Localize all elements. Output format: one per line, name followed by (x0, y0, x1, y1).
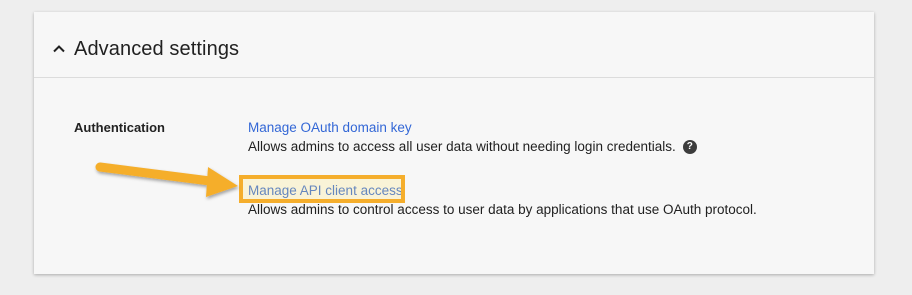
manage-oauth-domain-key-link[interactable]: Manage OAuth domain key (248, 118, 412, 137)
setting-api-client-access: Manage API client access Allows admins t… (248, 181, 757, 219)
advanced-settings-card: Advanced settings Authentication Manage … (34, 12, 874, 274)
setting-description: Allows admins to access all user data wi… (248, 137, 697, 156)
section-title: Advanced settings (74, 37, 240, 60)
setting-oauth-domain-key: Manage OAuth domain key Allows admins to… (248, 118, 697, 156)
collapse-toggle[interactable]: Advanced settings (50, 36, 239, 62)
manage-api-client-access-link[interactable]: Manage API client access (248, 181, 403, 200)
setting-description-text: Allows admins to control access to user … (248, 202, 757, 217)
setting-description: Allows admins to control access to user … (248, 200, 757, 219)
help-icon[interactable]: ? (682, 139, 697, 154)
chevron-up-icon (53, 45, 65, 53)
setting-description-text: Allows admins to access all user data wi… (248, 139, 676, 154)
card-header: Advanced settings (34, 12, 874, 78)
page: Advanced settings Authentication Manage … (0, 0, 912, 295)
authentication-label: Authentication (74, 120, 165, 135)
